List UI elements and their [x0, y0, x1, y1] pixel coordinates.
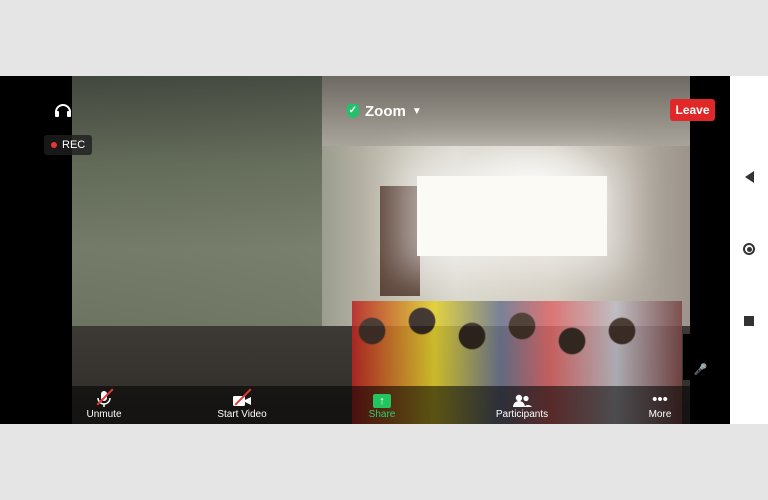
- share-screen-icon: ↑: [373, 386, 391, 408]
- video-off-icon: [232, 386, 252, 408]
- participants-icon: [511, 386, 533, 408]
- meeting-screen: ✓ Zoom ▼ REC 🎤 Unmute Start Video ↑ Shar…: [0, 76, 768, 424]
- participants-button[interactable]: Participants: [492, 386, 552, 424]
- chevron-down-icon: ▼: [411, 105, 422, 117]
- headset-icon[interactable]: [51, 99, 75, 123]
- share-label: Share: [368, 409, 396, 420]
- more-label: More: [648, 409, 672, 420]
- recents-square-icon[interactable]: [742, 314, 756, 328]
- meeting-title-text: Zoom: [365, 102, 406, 120]
- recording-label: REC: [62, 139, 86, 151]
- unmute-label: Unmute: [86, 409, 122, 420]
- start-video-label: Start Video: [217, 409, 267, 420]
- more-button[interactable]: ••• More: [642, 386, 678, 424]
- video-feed: [72, 76, 690, 424]
- shield-check-icon: ✓: [347, 104, 359, 118]
- android-nav-bar: [730, 76, 768, 424]
- unmute-button[interactable]: Unmute: [86, 386, 122, 424]
- meeting-title[interactable]: ✓ Zoom ▼: [347, 100, 422, 122]
- muted-mic-icon: [96, 386, 114, 408]
- participants-label: Participants: [495, 409, 549, 420]
- share-button[interactable]: ↑ Share: [364, 386, 400, 424]
- start-video-button[interactable]: Start Video: [214, 386, 270, 424]
- more-dots-icon: •••: [652, 391, 668, 408]
- home-circle-icon[interactable]: [742, 242, 756, 256]
- record-dot-icon: [51, 142, 57, 148]
- top-bar: ✓ Zoom ▼ REC: [0, 76, 730, 155]
- recording-badge: REC: [44, 135, 93, 155]
- meeting-toolbar: Unmute Start Video ↑ Share Participants …: [72, 386, 690, 424]
- video-window: [417, 176, 607, 256]
- muted-mic-icon: 🎤: [693, 364, 708, 376]
- video-curtain: [380, 186, 420, 296]
- self-video-tile[interactable]: 🎤: [683, 334, 718, 380]
- back-triangle-icon[interactable]: [742, 170, 756, 184]
- leave-button[interactable]: Leave: [670, 99, 715, 121]
